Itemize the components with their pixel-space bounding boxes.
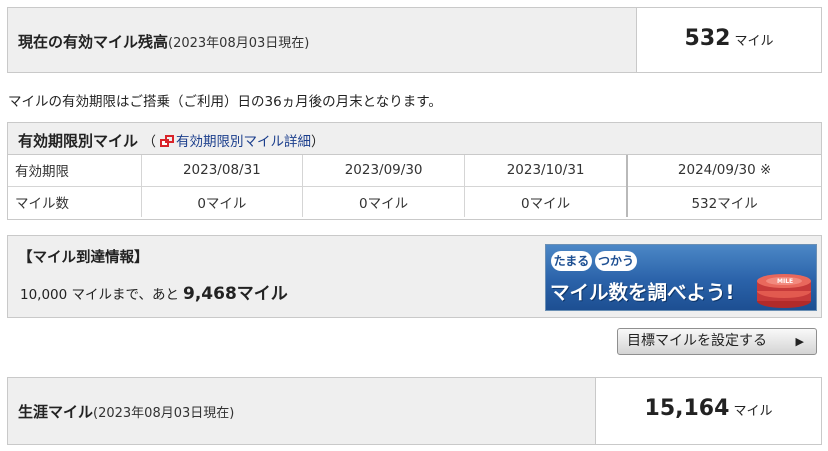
table-row: 有効期限 2023/08/31 2023/09/30 2023/10/31 20…	[8, 155, 821, 187]
table-cell: 2023/10/31	[464, 155, 628, 187]
external-link-icon[interactable]	[159, 135, 174, 147]
table-row: マイル数 0マイル 0マイル 0マイル 532マイル	[8, 186, 821, 217]
table-cell: 2023/08/31	[141, 155, 304, 187]
expiry-miles-header: 有効期限別マイル （ 有効期限別マイル詳細）	[8, 123, 821, 155]
mile-reach-message: 10,000 マイルまで、あと 9,468マイル	[20, 279, 288, 304]
lifetime-label-group: 生涯マイル(2023年08月03日現在)	[18, 401, 234, 422]
mile-reach-title: 【マイル到達情報】	[18, 250, 149, 266]
row-header-expiry: 有効期限	[8, 155, 142, 187]
lifetime-miles-panel: 生涯マイル(2023年08月03日現在) 15,164 マイル	[7, 377, 822, 445]
lifetime-value: 15,164	[644, 396, 730, 421]
row-header-miles: マイル数	[8, 186, 142, 217]
check-miles-banner[interactable]: たまる つかう マイル数を調べよう! MILE	[545, 244, 817, 311]
table-cell: 2024/09/30 ※	[626, 155, 821, 187]
paren-open: （	[142, 134, 156, 150]
table-cell: 0マイル	[141, 186, 304, 217]
set-target-label: 目標マイルを設定する	[627, 333, 767, 349]
table-cell: 0マイル	[302, 186, 465, 217]
paren-close: ）	[310, 134, 325, 150]
lifetime-unit: マイル	[733, 404, 773, 419]
current-balance-label-group: 現在の有効マイル残高(2023年08月03日現在)	[18, 31, 309, 52]
mile-reach-remaining: 9,468マイル	[183, 284, 288, 304]
current-balance-value-cell: 532 マイル	[636, 8, 821, 72]
banner-headline: マイル数を調べよう!	[550, 281, 735, 304]
expiry-miles-title: 有効期限別マイル	[18, 132, 139, 150]
expiry-details-link[interactable]: 有効期限別マイル詳細	[176, 134, 311, 150]
lifetime-value-cell: 15,164 マイル	[595, 378, 821, 444]
table-cell: 2023/09/30	[302, 155, 465, 187]
mile-reach-panel: 【マイル到達情報】 10,000 マイルまで、あと 9,468マイル たまる つか…	[7, 235, 822, 318]
mile-coins-icon: MILE	[757, 274, 811, 308]
banner-tag-earn: たまる	[551, 251, 592, 271]
table-cell: 532マイル	[626, 186, 821, 217]
lifetime-label: 生涯マイル	[18, 403, 94, 421]
current-balance-unit: マイル	[734, 34, 774, 49]
table-cell: 0マイル	[464, 186, 628, 217]
expiry-note: マイルの有効期限はご搭乗（ご利用）日の36ヵ月後の月末となります。	[8, 94, 442, 110]
expiry-miles-panel: 有効期限別マイル （ 有効期限別マイル詳細） 有効期限 2023/08/31 20…	[7, 122, 822, 220]
set-target-miles-button[interactable]: 目標マイルを設定する ▶	[617, 328, 817, 355]
current-balance-panel: 現在の有効マイル残高(2023年08月03日現在) 532 マイル	[7, 7, 822, 73]
mile-reach-prefix: 10,000 マイルまで、あと	[20, 287, 179, 303]
current-balance-value: 532	[684, 26, 731, 51]
current-balance-date: (2023年08月03日現在)	[168, 36, 310, 51]
coin-label: MILE	[777, 278, 793, 285]
play-arrow-icon: ▶	[795, 335, 804, 348]
expiry-table: 有効期限 2023/08/31 2023/09/30 2023/10/31 20…	[8, 155, 821, 217]
banner-tag-use: つかう	[595, 251, 637, 271]
current-balance-label: 現在の有効マイル残高	[18, 33, 169, 51]
lifetime-date: (2023年08月03日現在)	[93, 406, 235, 421]
